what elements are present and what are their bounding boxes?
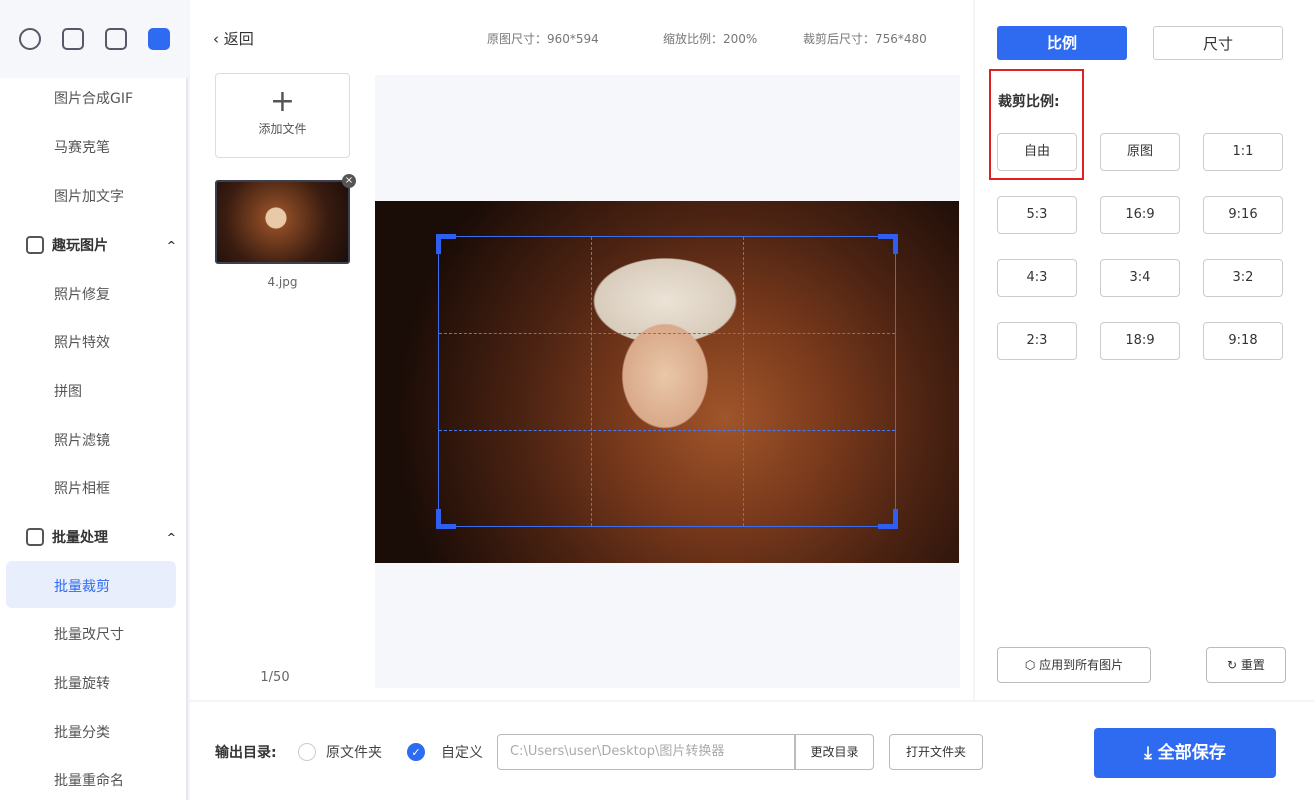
plus-icon: + [216,84,349,120]
ratio-button[interactable]: 9:16 [1203,196,1283,234]
sidebar-item[interactable]: 批量改尺寸 [54,624,124,644]
sidebar-item[interactable]: 批量重命名 [54,770,124,790]
ratio-button[interactable]: 自由 [997,133,1077,171]
back-button[interactable]: ‹ 返回 [213,28,254,49]
file-name: 4.jpg [215,275,350,289]
reset-button[interactable]: ↻ 重置 [1206,647,1286,683]
apply-all-label: 应用到所有图片 [1039,658,1123,672]
ratio-button[interactable]: 9:18 [1203,322,1283,360]
ratio-button[interactable]: 2:3 [997,322,1077,360]
open-folder-button[interactable]: 打开文件夹 [889,734,983,770]
file-thumbnail[interactable] [215,180,350,264]
close-icon[interactable]: × [342,174,356,188]
ratio-button[interactable]: 5:3 [997,196,1077,234]
original-size: 原图尺寸：960*594 [487,30,599,47]
reset-label: 重置 [1241,658,1265,672]
crop-handle[interactable] [436,234,456,254]
output-path-input[interactable]: C:\Users\user\Desktop\图片转换器 [497,734,795,770]
cropped-size: 裁剪后尺寸：756*480 [803,30,927,47]
chevron-up-icon: ^ [167,239,176,252]
original-folder-label[interactable]: 原文件夹 [326,742,382,762]
chevron-left-icon: ‹ [213,30,224,48]
batch-icon [26,528,44,546]
radio-custom[interactable]: ✓ [407,743,425,761]
ratio-button[interactable]: 3:4 [1100,259,1180,297]
ratio-button[interactable]: 16:9 [1100,196,1180,234]
sidebar-top-icons [0,0,188,78]
grid-line [591,237,592,526]
crop-handle[interactable] [878,234,898,254]
ratio-button[interactable]: 3:2 [1203,259,1283,297]
grid-line [439,333,895,334]
sidebar-group-fun[interactable]: 趣玩图片 ^ [26,235,176,255]
save-all-label: 全部保存 [1158,743,1226,763]
page-counter: 1/50 [215,670,335,685]
save-icon: ⤓ [1144,743,1157,763]
sidebar-item[interactable]: 马赛克笔 [54,137,110,157]
image-icon[interactable] [105,28,127,50]
grid-line [743,237,744,526]
sidebar-item[interactable]: 照片相框 [54,478,110,498]
change-dir-button[interactable]: 更改目录 [795,734,874,770]
sidebar-item[interactable]: 照片修复 [54,284,110,304]
grid-line [439,430,895,431]
tab-size[interactable]: 尺寸 [1153,26,1283,60]
chevron-up-icon: ^ [167,531,176,544]
tab-ratio[interactable]: 比例 [997,26,1127,60]
sidebar-item-batch-crop[interactable]: 批量裁剪 [54,576,110,596]
sidebar-group-batch[interactable]: 批量处理 ^ [26,527,176,547]
ratio-button[interactable]: 原图 [1100,133,1180,171]
crop-box[interactable] [438,236,896,527]
apply-icon: ⬡ [1025,658,1039,672]
back-label: 返回 [224,30,254,48]
image-icon [26,236,44,254]
resize-icon[interactable] [62,28,84,50]
group-label: 批量处理 [52,527,108,547]
ratio-button[interactable]: 1:1 [1203,133,1283,171]
ratio-button[interactable]: 4:3 [997,259,1077,297]
sidebar-item[interactable]: 图片加文字 [54,186,124,206]
sidebar-item[interactable]: 照片滤镜 [54,430,110,450]
custom-label[interactable]: 自定义 [441,742,483,762]
reset-icon: ↻ [1227,658,1241,672]
batch-icon[interactable] [148,28,170,50]
apply-all-button[interactable]: ⬡ 应用到所有图片 [997,647,1151,683]
sidebar-item[interactable]: 拼图 [54,381,82,401]
group-label: 趣玩图片 [52,235,108,255]
sidebar-item[interactable]: 批量旋转 [54,673,110,693]
radio-original-folder[interactable] [298,743,316,761]
save-all-button[interactable]: ⤓ 全部保存 [1094,728,1276,778]
crop-handle[interactable] [436,509,456,529]
add-file-button[interactable]: +添加文件 [215,73,350,158]
sidebar-item[interactable]: 批量分类 [54,722,110,742]
sidebar-item[interactable]: 照片特效 [54,332,110,352]
sidebar-item[interactable]: 图片合成GIF [54,88,133,108]
crop-handle[interactable] [878,509,898,529]
zoom-ratio: 缩放比例：200% [663,30,757,47]
convert-icon[interactable] [19,28,41,50]
output-label: 输出目录: [215,742,277,762]
add-file-label: 添加文件 [216,120,349,137]
ratio-button[interactable]: 18:9 [1100,322,1180,360]
